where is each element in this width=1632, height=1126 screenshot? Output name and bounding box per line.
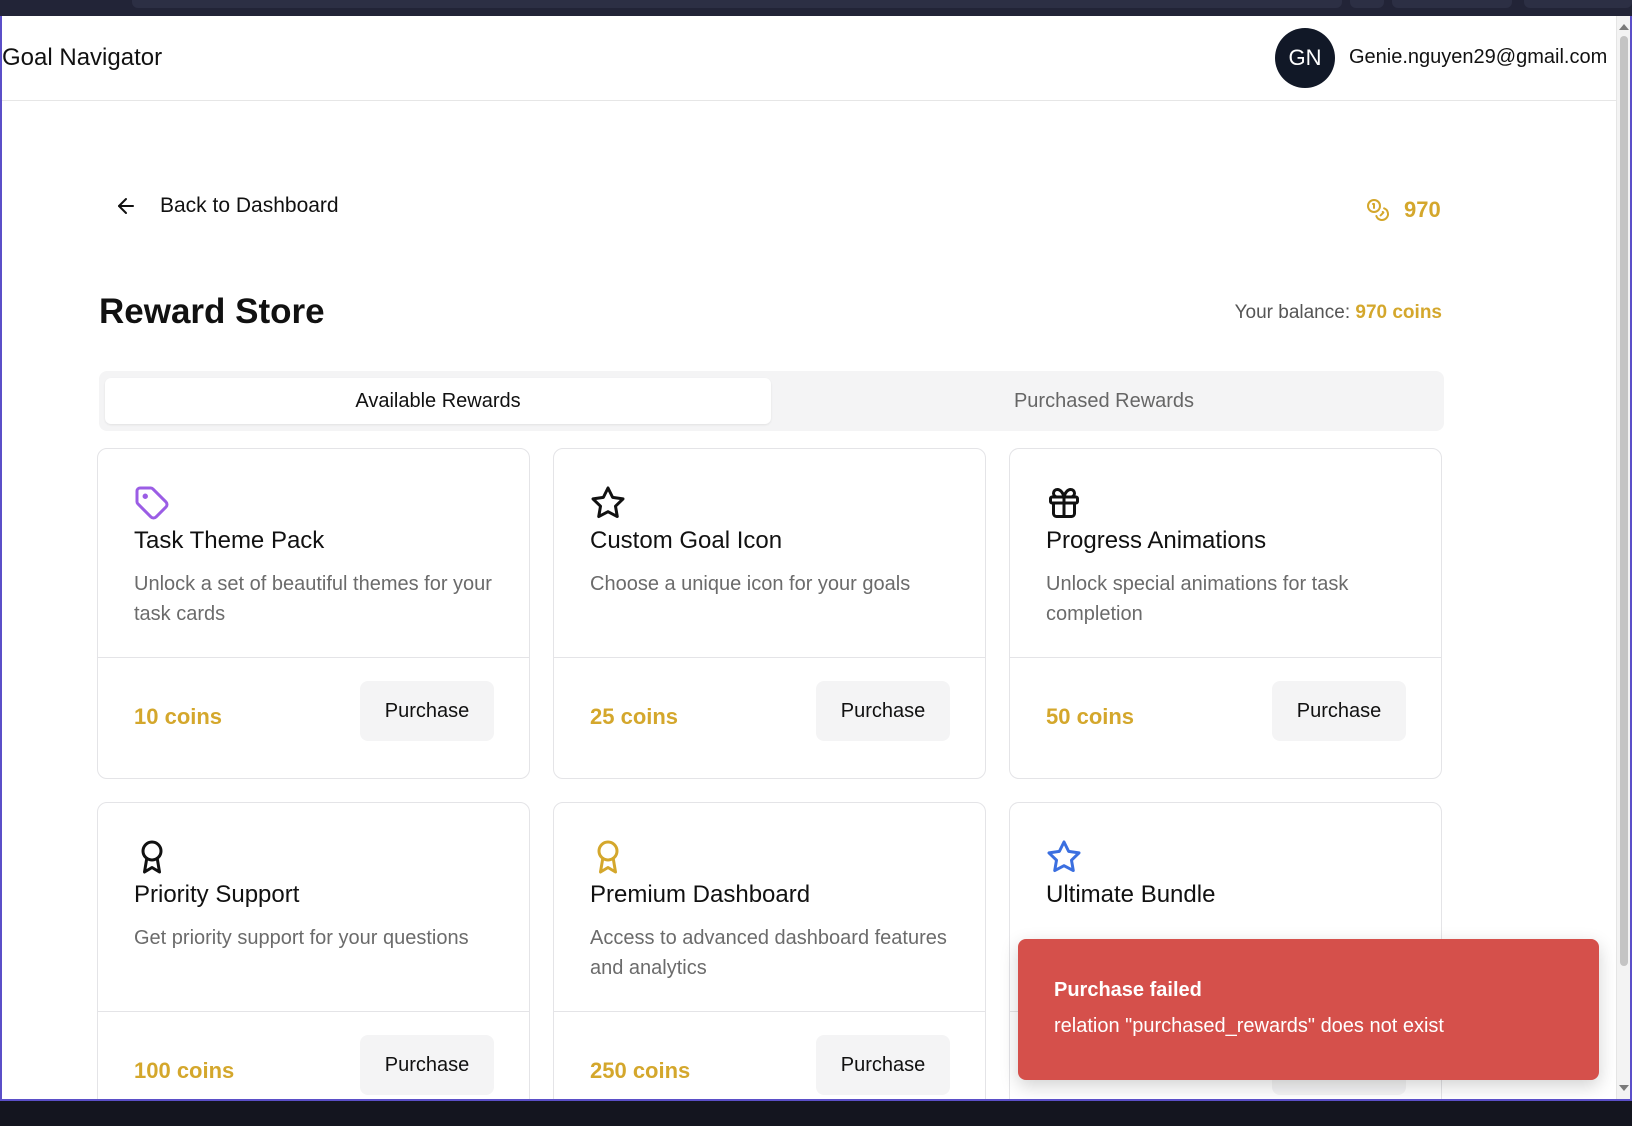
reward-card: Progress Animations Unlock special anima…	[1009, 448, 1442, 779]
scroll-up-arrow-icon[interactable]	[1619, 24, 1629, 30]
scroll-thumb[interactable]	[1620, 36, 1628, 966]
browser-profile-button[interactable]	[1392, 0, 1512, 8]
browser-extension-button[interactable]	[1350, 0, 1384, 8]
reward-price: 10 coins	[134, 704, 223, 729]
reward-title: Priority Support	[134, 881, 300, 908]
avatar[interactable]: GN	[1275, 28, 1335, 88]
balance-text: Your balance: 970 coins	[1235, 302, 1442, 324]
purchase-button[interactable]: Purchase	[1272, 681, 1406, 741]
page-scrollbar[interactable]	[1616, 16, 1630, 1099]
back-to-dashboard-link[interactable]: Back to Dashboard	[114, 194, 339, 218]
toast-title: Purchase failed	[1054, 979, 1202, 1001]
tab-available-rewards[interactable]: Available Rewards	[105, 378, 771, 424]
coin-count: 970	[1404, 197, 1441, 222]
page-viewport: Goal Navigator GN Genie.nguyen29@gmail.c…	[0, 16, 1632, 1101]
purchase-button[interactable]: Purchase	[360, 681, 494, 741]
reward-description: Unlock special animations for task compl…	[1046, 573, 1349, 625]
scroll-down-arrow-icon[interactable]	[1619, 1085, 1629, 1091]
card-divider	[1010, 657, 1441, 658]
purchase-button[interactable]: Purchase	[816, 1035, 950, 1095]
reward-title: Progress Animations	[1046, 527, 1267, 554]
error-toast[interactable]: Purchase failed relation "purchased_rewa…	[1018, 939, 1599, 1080]
browser-menu-button[interactable]	[1524, 0, 1632, 8]
reward-description: Choose a unique icon for your goals	[590, 573, 911, 595]
balance-label: Your balance:	[1234, 302, 1356, 323]
card-divider	[98, 1011, 529, 1012]
reward-title: Premium Dashboard	[590, 881, 811, 908]
browser-chrome	[0, 0, 1632, 16]
reward-price: 50 coins	[1046, 704, 1135, 729]
reward-price: 25 coins	[590, 704, 679, 729]
user-email: Genie.nguyen29@gmail.com	[1349, 46, 1608, 68]
tab-purchased-rewards[interactable]: Purchased Rewards	[771, 378, 1437, 424]
coin-counter: 970	[1366, 197, 1441, 223]
reward-tabs: Available Rewards Purchased Rewards	[99, 371, 1444, 431]
coins-icon	[1367, 199, 1389, 221]
purchase-button[interactable]: Purchase	[360, 1035, 494, 1095]
reward-description: Access to advanced dashboard features an…	[590, 927, 947, 979]
app-title[interactable]: Goal Navigator	[2, 44, 162, 72]
award-icon	[141, 840, 163, 874]
browser-address-bar[interactable]	[132, 0, 1342, 8]
reward-title: Task Theme Pack	[134, 527, 325, 554]
star-icon	[1047, 840, 1081, 873]
reward-description: Get priority support for your questions	[134, 927, 469, 949]
award-icon	[597, 840, 619, 874]
arrow-left-icon	[118, 198, 134, 214]
os-taskbar	[0, 1101, 1632, 1126]
page-title: Reward Store	[99, 292, 325, 331]
star-icon	[591, 486, 625, 519]
back-link-label: Back to Dashboard	[160, 194, 339, 217]
card-divider	[554, 1011, 985, 1012]
purchase-button[interactable]: Purchase	[816, 681, 950, 741]
reward-card: Premium Dashboard Access to advanced das…	[553, 802, 986, 1099]
reward-title: Custom Goal Icon	[590, 527, 783, 554]
reward-price: 250 coins	[590, 1058, 691, 1083]
toast-message: relation "purchased_rewards" does not ex…	[1054, 1015, 1444, 1037]
card-divider	[98, 657, 529, 658]
reward-card: Priority Support Get priority support fo…	[97, 802, 530, 1099]
gift-icon	[1049, 488, 1079, 518]
reward-card: Custom Goal Icon Choose a unique icon fo…	[553, 448, 986, 779]
balance-value: 970 coins	[1355, 302, 1442, 323]
reward-description: Unlock a set of beautiful themes for you…	[134, 573, 492, 625]
tag-icon	[135, 486, 169, 520]
app-header: Goal Navigator GN Genie.nguyen29@gmail.c…	[2, 16, 1620, 101]
reward-card: Task Theme Pack Unlock a set of beautifu…	[97, 448, 530, 779]
reward-price: 100 coins	[134, 1058, 235, 1083]
reward-title: Ultimate Bundle	[1046, 881, 1216, 908]
card-divider	[554, 657, 985, 658]
